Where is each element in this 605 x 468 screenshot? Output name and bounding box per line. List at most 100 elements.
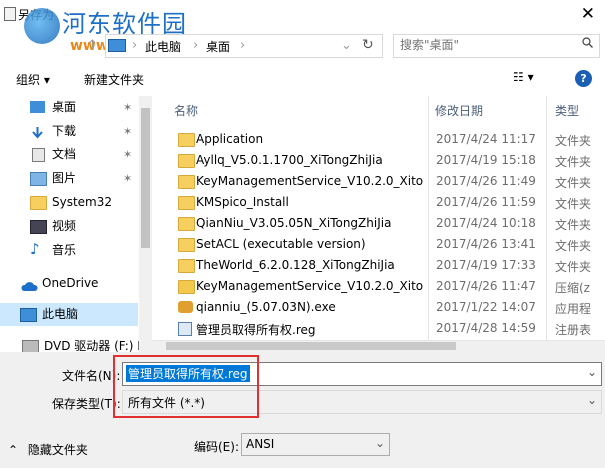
horizontal-scrollbar-thumb[interactable]	[166, 342, 456, 350]
file-row[interactable]: SetACL (executable version) 2017/4/26 13…	[168, 234, 605, 255]
file-row[interactable]: qianniu_(5.07.03N).exe 2017/1/22 14:07 应…	[168, 297, 605, 318]
encoding-value: ANSI	[246, 437, 275, 451]
nav-item-documents[interactable]: 文档 ✶	[0, 143, 138, 166]
column-header-type[interactable]: 类型	[555, 102, 579, 119]
nav-item-label: System32	[52, 195, 113, 209]
file-name: QianNiu_V3.05.05N_XiTongZhiJia	[196, 216, 392, 230]
pin-icon: ✶	[123, 101, 133, 114]
file-date: 2017/1/22 14:07	[436, 300, 536, 314]
new-folder-button[interactable]: 新建文件夹	[84, 71, 144, 88]
folder-icon	[178, 154, 195, 168]
folder-icon	[178, 196, 195, 210]
file-row[interactable]: KMSpico_Install 2017/4/26 11:59 文件夹	[168, 192, 605, 213]
breadcrumb-separator-icon[interactable]: ›	[240, 38, 245, 53]
file-date: 2017/4/26 11:47	[436, 279, 536, 293]
breadcrumb-desktop[interactable]: 桌面	[206, 38, 230, 55]
folder-icon	[178, 175, 195, 189]
file-date: 2017/4/19 17:33	[436, 258, 536, 272]
breadcrumb-this-pc[interactable]: 此电脑	[145, 38, 181, 55]
folder-icon	[178, 238, 195, 252]
refresh-icon[interactable]: ↻	[362, 37, 374, 53]
nav-item-label: 此电脑	[42, 307, 79, 321]
music-icon: ♪	[30, 240, 40, 258]
hide-folders-button[interactable]: ⌃ 隐藏文件夹	[8, 441, 88, 458]
search-icon[interactable]	[582, 37, 593, 48]
nav-item-this-pc[interactable]: 此电脑	[0, 303, 138, 326]
nav-scrollbar-thumb[interactable]	[141, 108, 150, 248]
file-row[interactable]: 管理员取得所有权.reg 2017/4/28 14:59 注册表	[168, 318, 605, 339]
chevron-down-icon[interactable]: ⌄	[587, 393, 597, 407]
nav-item-label: 图片	[52, 171, 77, 185]
window-icon	[4, 7, 16, 21]
help-icon[interactable]: ?	[575, 70, 592, 87]
file-name: Application	[196, 132, 264, 146]
document-icon	[32, 148, 45, 162]
file-name: 管理员取得所有权.reg	[196, 323, 316, 337]
picture-icon	[30, 172, 47, 186]
chevron-down-icon[interactable]: ⌄	[587, 365, 597, 379]
file-row[interactable]: TheWorld_6.2.0.128_XiTongZhiJia 2017/4/1…	[168, 255, 605, 276]
pin-icon: ✶	[123, 172, 133, 185]
file-type: 文件夹	[555, 134, 592, 148]
organize-button[interactable]: 组织 ▾	[16, 71, 50, 88]
view-options-button[interactable]: ☷ ▾	[513, 70, 534, 84]
file-type: 注册表	[555, 323, 592, 337]
file-type: 文件夹	[555, 176, 592, 190]
file-type: 压缩(z	[555, 281, 590, 295]
desktop-icon	[30, 101, 45, 113]
file-row[interactable]: KeyManagementService_V10.2.0_Xito... 201…	[168, 171, 605, 192]
file-row[interactable]: Application 2017/4/24 11:17 文件夹	[168, 129, 605, 150]
breadcrumb-separator-icon[interactable]: ›	[193, 38, 198, 53]
up-arrow-icon[interactable]: ↑	[87, 38, 98, 53]
search-input[interactable]	[400, 38, 570, 52]
folder-icon	[178, 217, 195, 231]
nav-item-videos[interactable]: 视频	[0, 215, 138, 238]
navigation-pane: 桌面 ✶ 下载 ✶ 文档 ✶ 图片 ✶ System32 视频 ♪ 音乐 One…	[0, 96, 152, 352]
file-name: KeyManagementService_V10.2.0_Xito...	[196, 279, 424, 293]
file-name: KeyManagementService_V10.2.0_Xito...	[196, 174, 424, 188]
nav-item-label: 音乐	[52, 243, 77, 257]
file-row[interactable]: Ayllq_V5.0.1.1700_XiTongZhiJia 2017/4/19…	[168, 150, 605, 171]
address-dropdown-icon[interactable]: ⌄	[341, 38, 352, 53]
file-date: 2017/4/26 11:49	[436, 174, 536, 188]
file-type: 文件夹	[555, 260, 592, 274]
nav-item-pictures[interactable]: 图片 ✶	[0, 167, 138, 190]
hide-folders-label: 隐藏文件夹	[27, 443, 88, 457]
file-name: TheWorld_6.2.0.128_XiTongZhiJia	[196, 258, 395, 272]
nav-item-onedrive[interactable]: OneDrive	[0, 272, 138, 295]
filetype-label: 保存类型(T):	[52, 397, 121, 411]
pin-icon: ✶	[123, 148, 133, 161]
close-icon[interactable]: ✕	[581, 4, 595, 24]
file-date: 2017/4/26 13:41	[436, 237, 536, 251]
nav-item-dvd-drive[interactable]: DVD 驱动器 (F:) I	[0, 335, 141, 352]
list-header: 名称 修改日期 类型	[152, 96, 605, 120]
video-icon	[30, 220, 47, 234]
file-row[interactable]: KeyManagementService_V10.2.0_Xito... 201…	[168, 276, 605, 297]
pc-icon	[108, 39, 126, 52]
column-header-name[interactable]: 名称	[174, 102, 198, 119]
encoding-label: 编码(E):	[194, 440, 239, 454]
zip-folder-icon	[178, 280, 195, 294]
nav-item-music[interactable]: ♪ 音乐	[0, 239, 138, 262]
pin-icon: ✶	[123, 125, 133, 138]
file-date: 2017/4/26 11:59	[436, 195, 536, 209]
nav-item-desktop[interactable]: 桌面 ✶	[0, 96, 138, 119]
watermark-logo-icon	[24, 8, 60, 44]
nav-item-label: 桌面	[52, 100, 77, 114]
chevron-down-icon[interactable]: ⌄	[375, 436, 385, 450]
search-box[interactable]	[393, 34, 600, 58]
encoding-select[interactable]: ANSI ⌄	[241, 433, 390, 456]
file-date: 2017/4/24 10:18	[436, 216, 536, 230]
file-row[interactable]: QianNiu_V3.05.05N_XiTongZhiJia 2017/4/24…	[168, 213, 605, 234]
nav-item-label: DVD 驱动器 (F:) I	[44, 339, 141, 352]
file-name: SetACL (executable version)	[196, 237, 366, 251]
nav-item-downloads[interactable]: 下载 ✶	[0, 120, 138, 143]
nav-item-system32[interactable]: System32	[0, 191, 138, 214]
file-date: 2017/4/28 14:59	[436, 321, 536, 335]
file-name: Ayllq_V5.0.1.1700_XiTongZhiJia	[196, 153, 383, 167]
breadcrumb-separator-icon[interactable]: ›	[132, 38, 137, 53]
column-header-date[interactable]: 修改日期	[435, 102, 483, 119]
chevron-up-icon: ⌃	[8, 443, 19, 457]
reg-icon	[178, 322, 192, 336]
download-icon	[30, 125, 45, 139]
